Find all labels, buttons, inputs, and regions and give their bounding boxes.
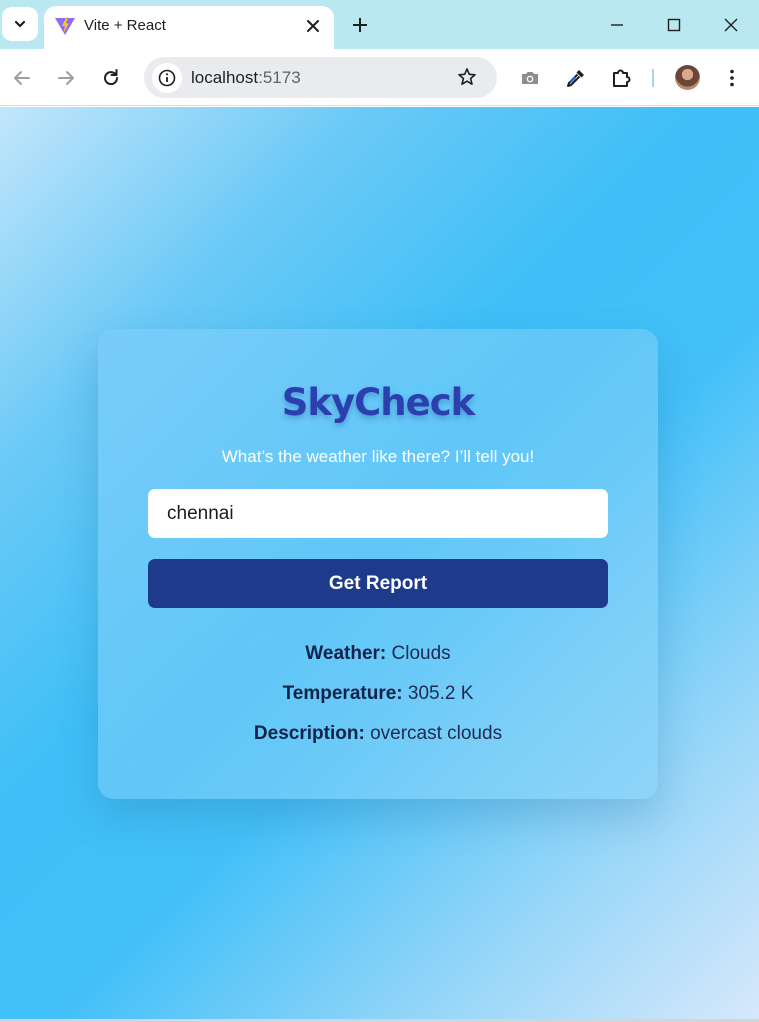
camera-icon [522, 72, 538, 84]
reload-button[interactable] [98, 65, 124, 91]
puzzle-piece-icon [613, 69, 631, 87]
window-close-button[interactable] [719, 13, 743, 37]
city-input[interactable] [148, 489, 608, 538]
back-arrow-icon [14, 71, 30, 85]
description-result: Description: overcast clouds [98, 723, 658, 745]
app-title: SkyCheck [281, 381, 476, 424]
back-button[interactable] [9, 65, 35, 91]
browser-toolbar: localhost:5173 [0, 49, 759, 106]
eyedropper-icon [567, 70, 584, 87]
tab-close-button[interactable] [302, 15, 324, 37]
bookmark-button[interactable] [456, 66, 478, 88]
window-close-icon [724, 18, 738, 32]
weather-card: SkyCheck What’s the weather like there? … [98, 329, 658, 799]
forward-button[interactable] [53, 65, 79, 91]
page-viewport: SkyCheck What’s the weather like there? … [0, 107, 759, 1019]
site-info-button[interactable] [152, 63, 182, 93]
url-port: :5173 [258, 68, 301, 87]
url-text: localhost:5173 [191, 68, 301, 88]
get-report-button[interactable]: Get Report [148, 559, 608, 608]
eyedropper-button[interactable] [564, 66, 588, 90]
vite-favicon-icon [55, 17, 75, 35]
chevron-down-icon [14, 20, 26, 28]
maximize-icon [667, 18, 681, 32]
plus-icon [353, 18, 367, 32]
tab-strip: Vite + React [0, 0, 759, 49]
profile-avatar[interactable] [675, 65, 700, 90]
info-icon [158, 69, 176, 87]
app-subtitle: What’s the weather like there? I’ll tell… [221, 447, 535, 466]
close-icon [307, 20, 319, 32]
extensions-button[interactable] [609, 66, 633, 90]
url-host: localhost [191, 68, 259, 87]
temperature-result: Temperature: 305.2 K [98, 683, 658, 705]
forward-arrow-icon [58, 71, 74, 85]
weather-label: Weather: [305, 643, 387, 664]
tab-list-button[interactable] [2, 7, 38, 41]
weather-result: Weather: Clouds [98, 643, 658, 665]
tab-title: Vite + React [84, 17, 166, 34]
reload-icon [104, 69, 119, 86]
description-value: overcast clouds [370, 723, 503, 744]
screenshot-button[interactable] [518, 66, 542, 90]
temperature-value: 305.2 K [407, 683, 474, 704]
address-bar[interactable]: localhost:5173 [144, 57, 497, 98]
minimize-icon [611, 24, 623, 26]
temperature-label: Temperature: [282, 683, 403, 704]
toolbar-divider [652, 69, 654, 87]
more-vertical-icon [730, 69, 734, 87]
new-tab-button[interactable] [348, 13, 372, 37]
more-menu-button[interactable] [720, 66, 744, 90]
minimize-button[interactable] [605, 13, 629, 37]
star-icon [458, 68, 476, 85]
maximize-button[interactable] [662, 13, 686, 37]
weather-value: Clouds [391, 643, 451, 664]
description-label: Description: [253, 723, 365, 744]
active-tab[interactable]: Vite + React [44, 6, 334, 49]
